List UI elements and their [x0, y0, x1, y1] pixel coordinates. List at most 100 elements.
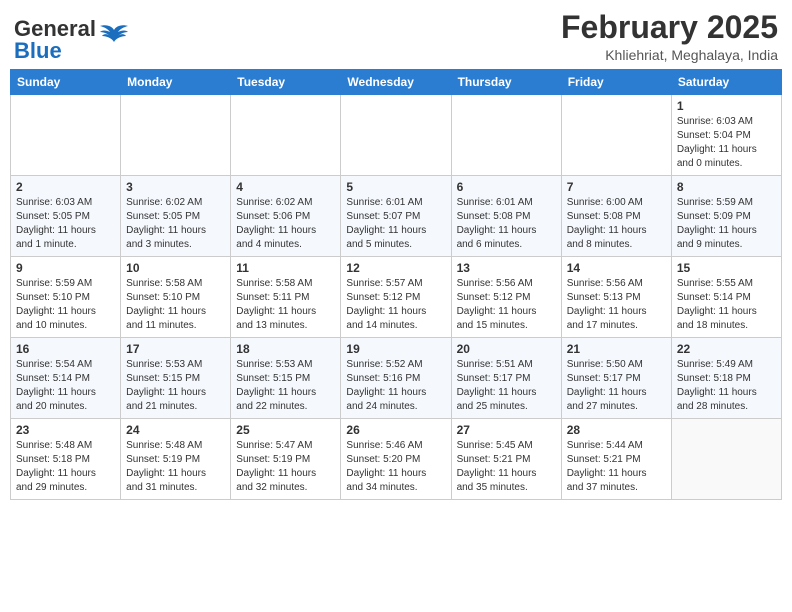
- day-info: Sunrise: 5:59 AM Sunset: 5:09 PM Dayligh…: [677, 196, 776, 252]
- calendar-cell: 14 Sunrise: 5:56 AM Sunset: 5:13 PM Dayli…: [561, 257, 671, 338]
- calendar-cell: 7 Sunrise: 6:00 AM Sunset: 5:08 PM Daylig…: [561, 176, 671, 257]
- day-number: 24: [126, 423, 225, 437]
- calendar-cell: [121, 95, 231, 176]
- day-info: Sunrise: 5:49 AM Sunset: 5:18 PM Dayligh…: [677, 358, 776, 414]
- calendar-cell: 28 Sunrise: 5:44 AM Sunset: 5:21 PM Dayli…: [561, 419, 671, 500]
- day-info: Sunrise: 6:02 AM Sunset: 5:05 PM Dayligh…: [126, 196, 225, 252]
- calendar-cell: 9 Sunrise: 5:59 AM Sunset: 5:10 PM Daylig…: [11, 257, 121, 338]
- calendar-cell: 26 Sunrise: 5:46 AM Sunset: 5:20 PM Dayli…: [341, 419, 451, 500]
- day-info: Sunrise: 6:00 AM Sunset: 5:08 PM Dayligh…: [567, 196, 666, 252]
- day-info: Sunrise: 5:53 AM Sunset: 5:15 PM Dayligh…: [236, 358, 335, 414]
- day-info: Sunrise: 6:03 AM Sunset: 5:05 PM Dayligh…: [16, 196, 115, 252]
- day-info: Sunrise: 5:55 AM Sunset: 5:14 PM Dayligh…: [677, 277, 776, 333]
- day-number: 11: [236, 261, 335, 275]
- calendar-cell: 1 Sunrise: 6:03 AM Sunset: 5:04 PM Daylig…: [671, 95, 781, 176]
- day-number: 9: [16, 261, 115, 275]
- calendar-week-row: 1 Sunrise: 6:03 AM Sunset: 5:04 PM Daylig…: [11, 95, 782, 176]
- day-number: 26: [346, 423, 445, 437]
- calendar-cell: [11, 95, 121, 176]
- day-info: Sunrise: 5:54 AM Sunset: 5:14 PM Dayligh…: [16, 358, 115, 414]
- weekday-header-saturday: Saturday: [671, 70, 781, 95]
- day-info: Sunrise: 5:52 AM Sunset: 5:16 PM Dayligh…: [346, 358, 445, 414]
- calendar-cell: [561, 95, 671, 176]
- calendar-week-row: 9 Sunrise: 5:59 AM Sunset: 5:10 PM Daylig…: [11, 257, 782, 338]
- day-number: 23: [16, 423, 115, 437]
- calendar-cell: 27 Sunrise: 5:45 AM Sunset: 5:21 PM Dayli…: [451, 419, 561, 500]
- logo-bird-icon: [98, 22, 130, 50]
- day-number: 8: [677, 180, 776, 194]
- weekday-header-wednesday: Wednesday: [341, 70, 451, 95]
- weekday-header-tuesday: Tuesday: [231, 70, 341, 95]
- day-number: 14: [567, 261, 666, 275]
- calendar-cell: 3 Sunrise: 6:02 AM Sunset: 5:05 PM Daylig…: [121, 176, 231, 257]
- calendar-cell: 16 Sunrise: 5:54 AM Sunset: 5:14 PM Dayli…: [11, 338, 121, 419]
- calendar-cell: 21 Sunrise: 5:50 AM Sunset: 5:17 PM Dayli…: [561, 338, 671, 419]
- day-info: Sunrise: 5:50 AM Sunset: 5:17 PM Dayligh…: [567, 358, 666, 414]
- day-number: 22: [677, 342, 776, 356]
- day-info: Sunrise: 5:59 AM Sunset: 5:10 PM Dayligh…: [16, 277, 115, 333]
- month-title: February 2025: [561, 10, 778, 45]
- logo-text: General Blue: [14, 18, 96, 62]
- day-number: 25: [236, 423, 335, 437]
- calendar-cell: 12Sunrise: 5:57 AM Sunset: 5:12 PM Dayli…: [341, 257, 451, 338]
- day-info: Sunrise: 5:56 AM Sunset: 5:12 PM Dayligh…: [457, 277, 556, 333]
- calendar-cell: 13 Sunrise: 5:56 AM Sunset: 5:12 PM Dayli…: [451, 257, 561, 338]
- calendar-cell: 11 Sunrise: 5:58 AM Sunset: 5:11 PM Dayli…: [231, 257, 341, 338]
- day-info: Sunrise: 5:58 AM Sunset: 5:10 PM Dayligh…: [126, 277, 225, 333]
- day-number: 3: [126, 180, 225, 194]
- day-info: Sunrise: 6:01 AM Sunset: 5:07 PM Dayligh…: [346, 196, 445, 252]
- day-info: Sunrise: 5:57 AM Sunset: 5:12 PM Dayligh…: [346, 277, 445, 333]
- day-number: 18: [236, 342, 335, 356]
- weekday-header-row: SundayMondayTuesdayWednesdayThursdayFrid…: [11, 70, 782, 95]
- day-info: Sunrise: 5:46 AM Sunset: 5:20 PM Dayligh…: [346, 439, 445, 495]
- calendar-week-row: 2 Sunrise: 6:03 AM Sunset: 5:05 PM Daylig…: [11, 176, 782, 257]
- day-number: 27: [457, 423, 556, 437]
- day-number: 1: [677, 99, 776, 113]
- calendar-cell: 19 Sunrise: 5:52 AM Sunset: 5:16 PM Dayli…: [341, 338, 451, 419]
- day-info: Sunrise: 5:48 AM Sunset: 5:19 PM Dayligh…: [126, 439, 225, 495]
- day-info: Sunrise: 5:56 AM Sunset: 5:13 PM Dayligh…: [567, 277, 666, 333]
- logo: General Blue: [14, 18, 130, 62]
- weekday-header-monday: Monday: [121, 70, 231, 95]
- calendar-cell: [231, 95, 341, 176]
- day-number: 15: [677, 261, 776, 275]
- day-number: 5: [346, 180, 445, 194]
- calendar-cell: 20 Sunrise: 5:51 AM Sunset: 5:17 PM Dayli…: [451, 338, 561, 419]
- calendar-cell: 24 Sunrise: 5:48 AM Sunset: 5:19 PM Dayli…: [121, 419, 231, 500]
- calendar-cell: [341, 95, 451, 176]
- day-info: Sunrise: 5:45 AM Sunset: 5:21 PM Dayligh…: [457, 439, 556, 495]
- location-subtitle: Khliehriat, Meghalaya, India: [561, 47, 778, 63]
- calendar-cell: 23 Sunrise: 5:48 AM Sunset: 5:18 PM Dayli…: [11, 419, 121, 500]
- day-number: 21: [567, 342, 666, 356]
- calendar-cell: 8 Sunrise: 5:59 AM Sunset: 5:09 PM Daylig…: [671, 176, 781, 257]
- calendar-cell: 18 Sunrise: 5:53 AM Sunset: 5:15 PM Dayli…: [231, 338, 341, 419]
- title-block: February 2025 Khliehriat, Meghalaya, Ind…: [561, 10, 778, 63]
- calendar-cell: 6Sunrise: 6:01 AM Sunset: 5:08 PM Daylig…: [451, 176, 561, 257]
- calendar-cell: [671, 419, 781, 500]
- day-info: Sunrise: 5:58 AM Sunset: 5:11 PM Dayligh…: [236, 277, 335, 333]
- weekday-header-friday: Friday: [561, 70, 671, 95]
- calendar-cell: 2 Sunrise: 6:03 AM Sunset: 5:05 PM Daylig…: [11, 176, 121, 257]
- day-number: 17: [126, 342, 225, 356]
- day-number: 7: [567, 180, 666, 194]
- day-number: 19: [346, 342, 445, 356]
- day-number: 16: [16, 342, 115, 356]
- calendar-cell: 10 Sunrise: 5:58 AM Sunset: 5:10 PM Dayli…: [121, 257, 231, 338]
- day-number: 28: [567, 423, 666, 437]
- day-info: Sunrise: 6:03 AM Sunset: 5:04 PM Dayligh…: [677, 115, 776, 171]
- day-info: Sunrise: 5:51 AM Sunset: 5:17 PM Dayligh…: [457, 358, 556, 414]
- day-info: Sunrise: 5:47 AM Sunset: 5:19 PM Dayligh…: [236, 439, 335, 495]
- calendar-week-row: 23 Sunrise: 5:48 AM Sunset: 5:18 PM Dayli…: [11, 419, 782, 500]
- calendar-cell: [451, 95, 561, 176]
- day-info: Sunrise: 5:44 AM Sunset: 5:21 PM Dayligh…: [567, 439, 666, 495]
- day-number: 2: [16, 180, 115, 194]
- day-number: 13: [457, 261, 556, 275]
- calendar-cell: 25 Sunrise: 5:47 AM Sunset: 5:19 PM Dayli…: [231, 419, 341, 500]
- weekday-header-thursday: Thursday: [451, 70, 561, 95]
- calendar-cell: 15 Sunrise: 5:55 AM Sunset: 5:14 PM Dayli…: [671, 257, 781, 338]
- day-info: Sunrise: 5:53 AM Sunset: 5:15 PM Dayligh…: [126, 358, 225, 414]
- day-number: 20: [457, 342, 556, 356]
- calendar-cell: 22 Sunrise: 5:49 AM Sunset: 5:18 PM Dayli…: [671, 338, 781, 419]
- day-info: Sunrise: 5:48 AM Sunset: 5:18 PM Dayligh…: [16, 439, 115, 495]
- day-number: 10: [126, 261, 225, 275]
